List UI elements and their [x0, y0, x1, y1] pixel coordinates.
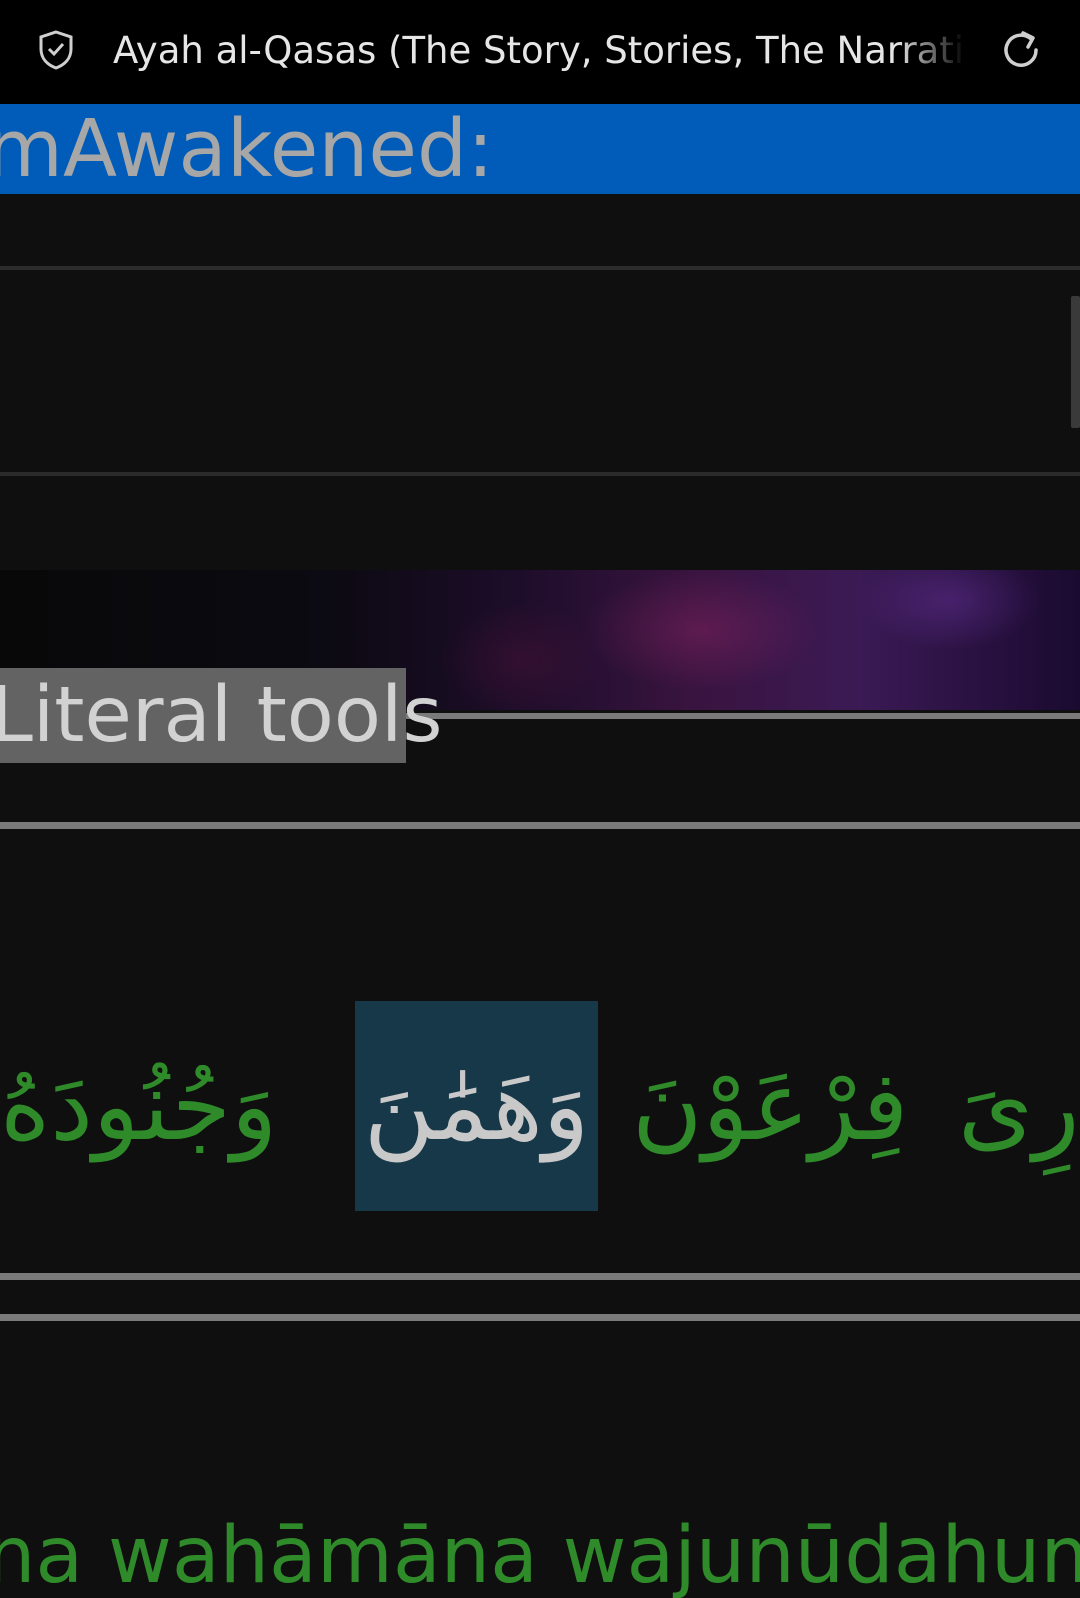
- arabic-word[interactable]: وَجُنُودَهُ: [0, 1001, 277, 1211]
- arabic-word[interactable]: فِرْعَوْنَ: [632, 1001, 908, 1211]
- reload-icon[interactable]: [998, 27, 1044, 73]
- site-banner[interactable]: mAwakened:: [0, 104, 1080, 194]
- arabic-word[interactable]: رِىَ: [958, 1001, 1080, 1211]
- divider: [0, 1314, 1080, 1321]
- literal-tools-tab[interactable]: Literal tools: [0, 668, 443, 763]
- divider: [0, 472, 1080, 476]
- divider: [0, 266, 1080, 270]
- browser-top-bar: Ayah al-Qasas (The Story, Stories, The N…: [0, 0, 1080, 104]
- arabic-verse: رِىَ فِرْعَوْنَ وَهَمَٰنَ وَجُنُودَهُ: [0, 1001, 1080, 1211]
- divider: [0, 822, 1080, 829]
- scrollbar[interactable]: [1071, 296, 1080, 428]
- transliteration-text: na wahāmāna wajunūdahumā: [0, 1511, 1080, 1598]
- literal-tools-label: Literal tools: [0, 671, 443, 760]
- shield-check-icon[interactable]: [38, 30, 74, 70]
- site-banner-text: mAwakened:: [0, 104, 494, 194]
- divider: [0, 1273, 1080, 1280]
- page-title[interactable]: Ayah al-Qasas (The Story, Stories, The N…: [113, 22, 965, 80]
- arabic-word-highlighted[interactable]: وَهَمَٰنَ: [355, 1001, 598, 1211]
- page: Ayah al-Qasas (The Story, Stories, The N…: [0, 0, 1080, 1598]
